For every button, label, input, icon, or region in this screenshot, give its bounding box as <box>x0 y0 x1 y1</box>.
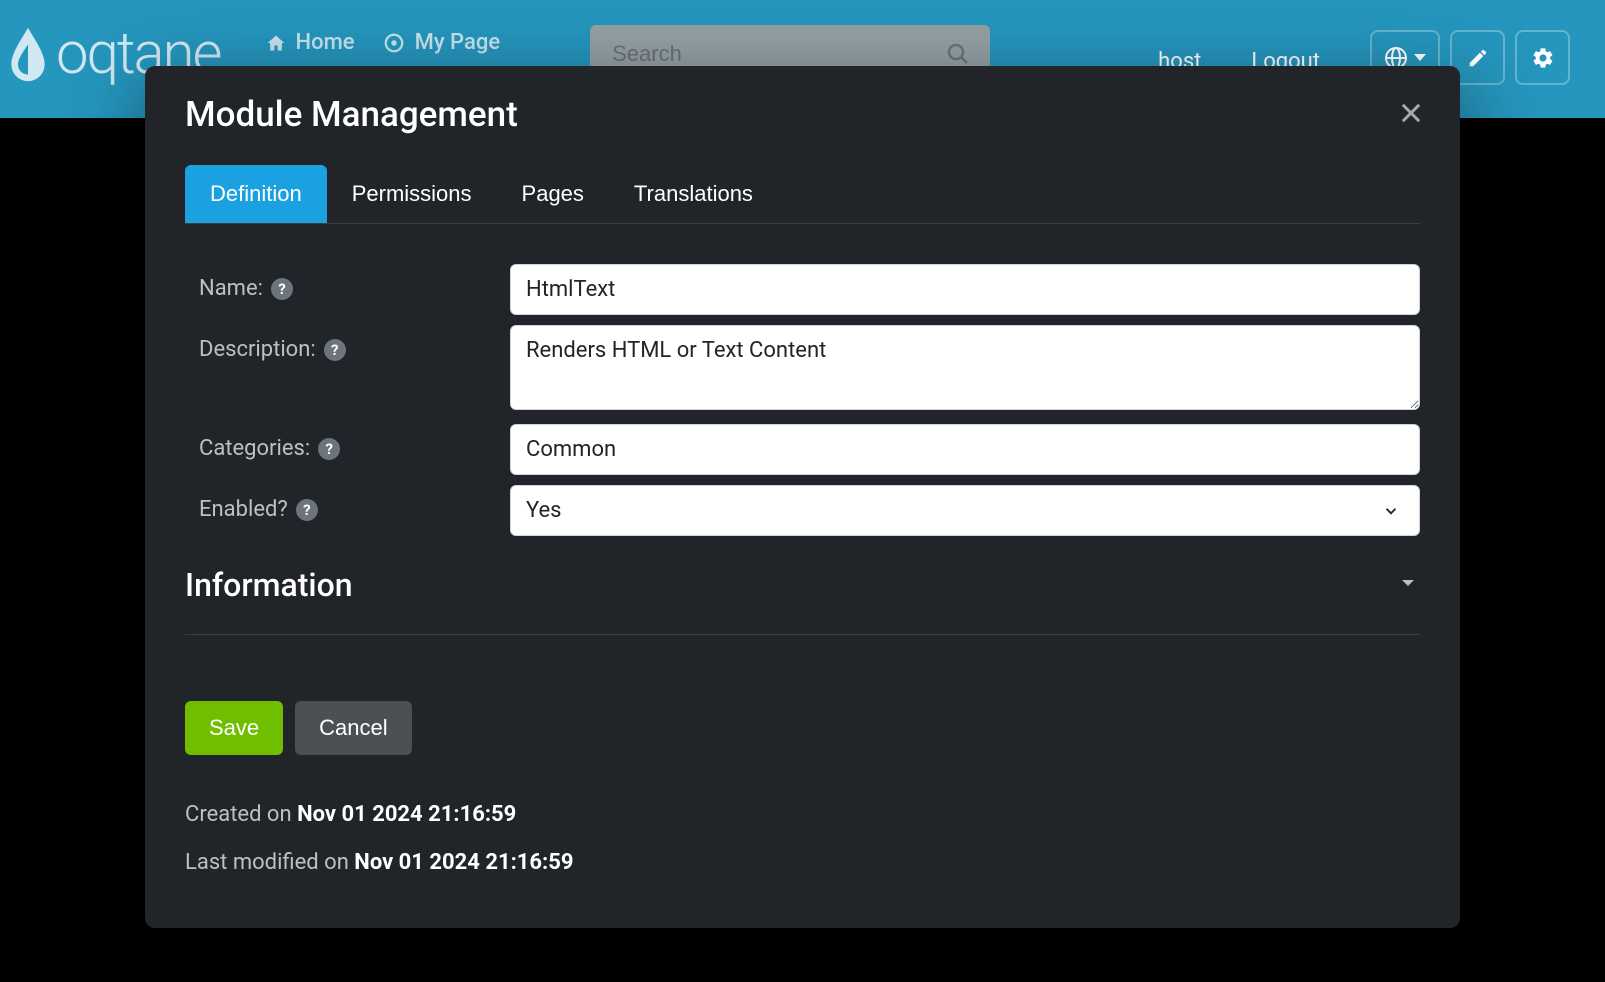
name-input[interactable] <box>510 264 1420 315</box>
modal-close-button[interactable] <box>1397 99 1425 130</box>
modal-body: Definition Permissions Pages Translation… <box>145 165 1460 928</box>
created-value: Nov 01 2024 21:16:59 <box>297 802 516 827</box>
tab-pages[interactable]: Pages <box>497 165 609 223</box>
created-on: Created on Nov 01 2024 21:16:59 <box>185 791 1420 839</box>
label-categories: Categories: <box>199 436 310 461</box>
help-icon[interactable]: ? <box>296 499 318 521</box>
section-information-title: Information <box>185 566 353 604</box>
row-categories: Categories: ? <box>185 424 1420 475</box>
label-name: Name: <box>199 276 263 301</box>
row-description: Description: ? Renders HTML or Text Cont… <box>185 325 1420 414</box>
label-name-wrap: Name: ? <box>185 264 510 301</box>
label-enabled: Enabled? <box>199 497 288 522</box>
modified-on: Last modified on Nov 01 2024 21:16:59 <box>185 839 1420 887</box>
modal-title: Module Management <box>185 94 518 135</box>
tab-translations[interactable]: Translations <box>609 165 778 223</box>
label-description: Description: <box>199 337 316 362</box>
tab-permissions[interactable]: Permissions <box>327 165 497 223</box>
enabled-select[interactable]: Yes <box>510 485 1420 536</box>
row-enabled: Enabled? ? Yes <box>185 485 1420 536</box>
module-management-modal: Module Management Definition Permissions… <box>145 66 1460 928</box>
label-enabled-wrap: Enabled? ? <box>185 485 510 522</box>
created-prefix: Created on <box>185 802 297 827</box>
row-name: Name: ? <box>185 264 1420 315</box>
cancel-button[interactable]: Cancel <box>295 701 411 755</box>
description-textarea[interactable]: Renders HTML or Text Content <box>510 325 1420 410</box>
save-button[interactable]: Save <box>185 701 283 755</box>
chevron-down-icon <box>1396 571 1420 599</box>
modal-backdrop: Module Management Definition Permissions… <box>0 0 1605 982</box>
categories-input[interactable] <box>510 424 1420 475</box>
tabs: Definition Permissions Pages Translation… <box>185 165 1420 224</box>
label-description-wrap: Description: ? <box>185 325 510 362</box>
modified-value: Nov 01 2024 21:16:59 <box>354 850 573 875</box>
help-icon[interactable]: ? <box>271 278 293 300</box>
help-icon[interactable]: ? <box>324 339 346 361</box>
section-information-toggle[interactable]: Information <box>185 566 1420 604</box>
tab-definition[interactable]: Definition <box>185 165 327 223</box>
modified-prefix: Last modified on <box>185 850 354 875</box>
section-information: Information <box>185 546 1420 665</box>
label-categories-wrap: Categories: ? <box>185 424 510 461</box>
meta-timestamps: Created on Nov 01 2024 21:16:59 Last mod… <box>185 791 1420 888</box>
divider <box>185 634 1420 635</box>
modal-header: Module Management <box>145 66 1460 165</box>
help-icon[interactable]: ? <box>318 438 340 460</box>
button-row: Save Cancel <box>185 701 1420 755</box>
close-icon <box>1397 99 1425 127</box>
